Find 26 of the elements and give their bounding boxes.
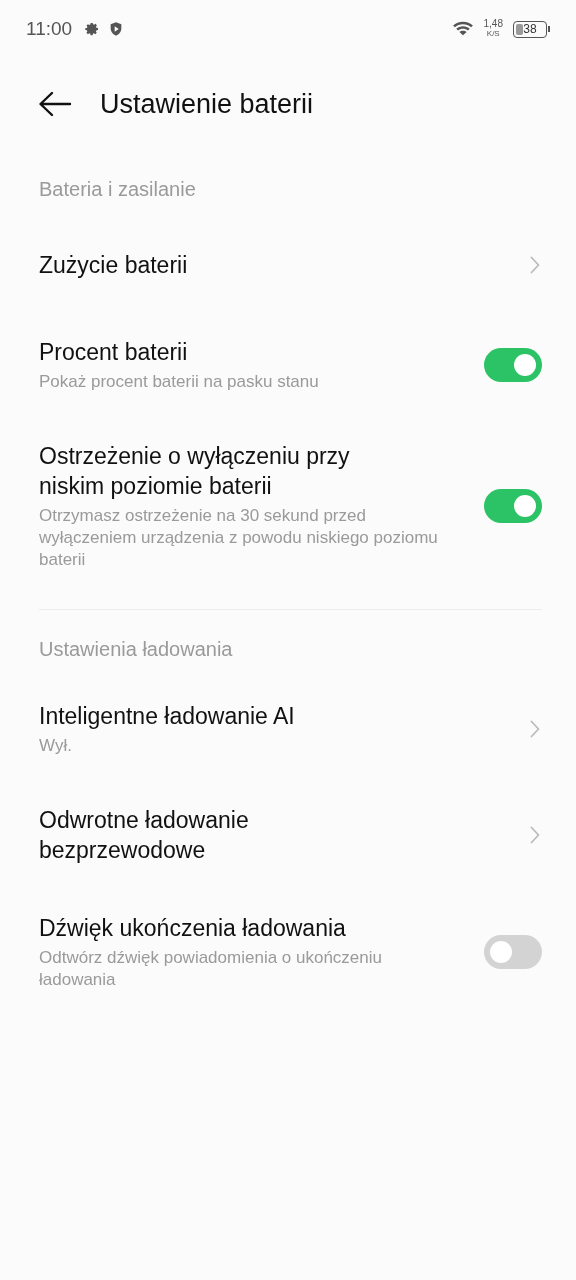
gear-icon xyxy=(84,21,101,37)
setting-description: Odtwórz dźwięk powiadomienia o ukończeniu ładowania xyxy=(39,947,383,991)
battery-indicator: 38 xyxy=(513,20,547,38)
section-header: Ustawienia ładowania xyxy=(38,637,234,662)
chevron-right-icon[interactable] xyxy=(530,720,540,738)
chevron-right-icon[interactable] xyxy=(530,256,540,274)
network-speed: 1,48 xyxy=(483,19,503,29)
section-header: Bateria i zasilanie xyxy=(38,177,197,202)
setting-title[interactable]: Zużycie baterii xyxy=(39,250,419,280)
toggle-switch[interactable] xyxy=(484,348,542,382)
setting-description: Otrzymasz ostrzeżenie na 30 sekund przed wyłączeniem urządzenia z powodu niskiego poziomu baterii xyxy=(39,505,439,571)
wifi-icon xyxy=(451,20,474,38)
setting-title[interactable]: Ostrzeżenie o wyłączeniu przy niskim poziomie baterii xyxy=(39,441,419,501)
setting-description: Wył. xyxy=(39,735,73,757)
setting-title[interactable]: Odwrotne ładowanie bezprzewodowe xyxy=(39,805,419,865)
toggle-switch[interactable] xyxy=(484,489,542,523)
setting-title[interactable]: Procent baterii xyxy=(39,337,419,367)
page-title: Ustawienie baterii xyxy=(100,88,314,120)
setting-title[interactable]: Inteligentne ładowanie AI xyxy=(39,701,419,731)
chevron-right-icon[interactable] xyxy=(530,826,540,844)
back-arrow-icon[interactable] xyxy=(38,91,72,117)
setting-description: Pokaż procent baterii na pasku stanu xyxy=(39,371,320,393)
toggle-switch[interactable] xyxy=(484,935,542,969)
status-time: 11:00 xyxy=(26,18,73,40)
network-speed-unit: K/S xyxy=(486,29,500,39)
setting-title[interactable]: Dźwięk ukończenia ładowania xyxy=(39,913,419,943)
